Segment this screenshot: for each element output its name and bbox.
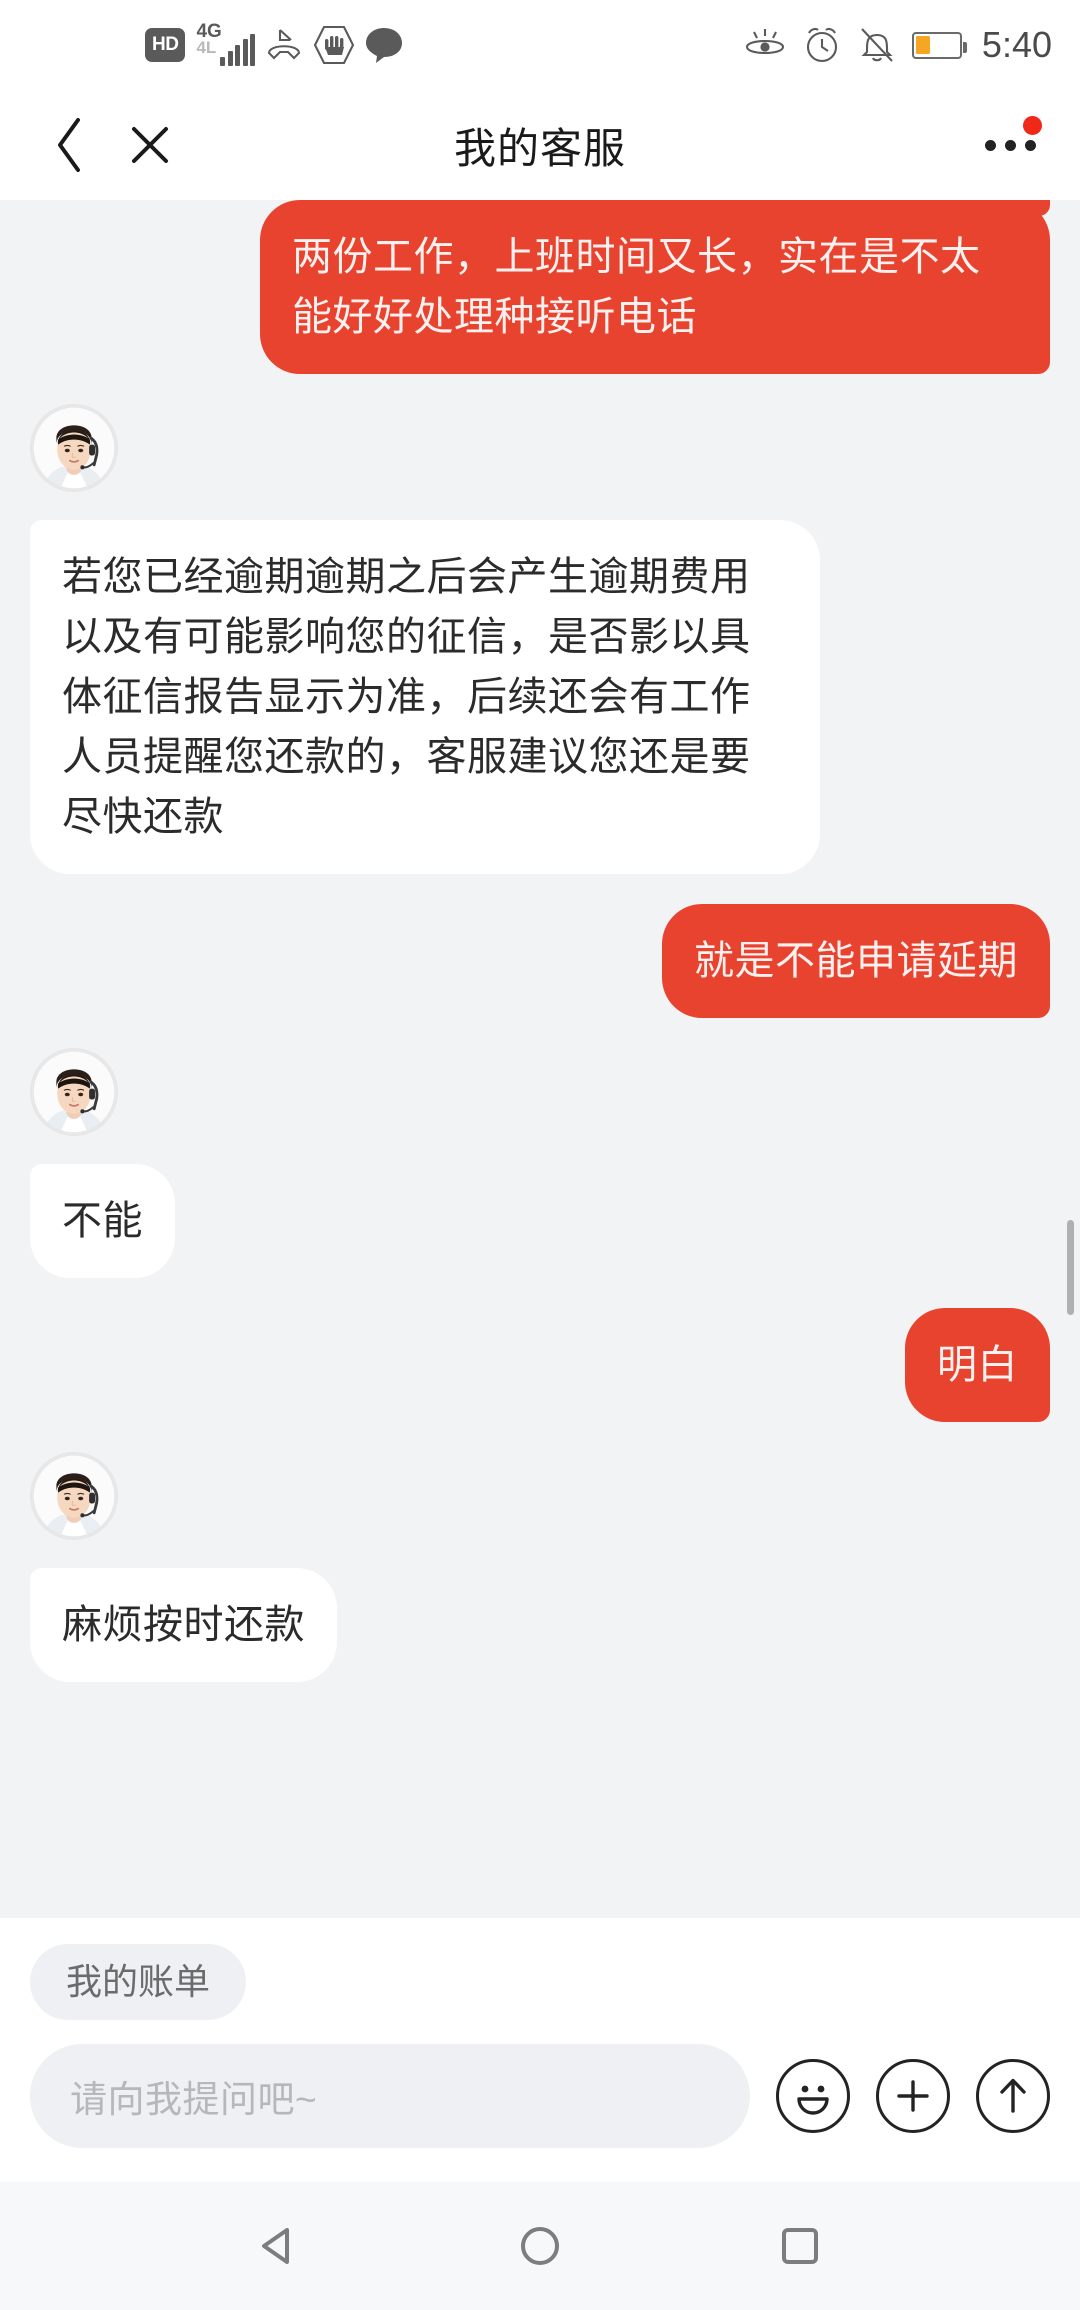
avatar-row xyxy=(30,1452,1050,1554)
battery-fill xyxy=(916,36,929,54)
eye-comfort-icon xyxy=(744,27,786,63)
nav-back-triangle-icon xyxy=(253,2219,307,2273)
quick-reply-bar: 我的账单 xyxy=(0,1918,1080,2030)
chat-bubble-incoming[interactable]: 不能 xyxy=(30,1164,175,1278)
avatar[interactable] xyxy=(30,404,118,492)
chevron-left-icon xyxy=(52,115,88,175)
customer-service-agent-avatar xyxy=(32,1050,116,1134)
nav-recents-square-icon xyxy=(773,2219,827,2273)
list-item: 不能 xyxy=(30,1164,1050,1278)
customer-service-agent-avatar xyxy=(32,406,116,490)
close-button[interactable] xyxy=(106,121,194,169)
list-item: 明白 xyxy=(30,1308,1050,1422)
list-item: 麻烦按时还款 xyxy=(30,1568,1050,1682)
phone-screen: HD 4G 4L xyxy=(0,0,1080,2310)
status-bar: HD 4G 4L xyxy=(0,0,1080,90)
chat-message-list[interactable]: 两份工作，上班时间又长，实在是不太能好好处理种接听电话 若您已经逾期逾期之后会产… xyxy=(0,200,1080,1918)
android-navigation-bar xyxy=(0,2182,1080,2310)
battery-icon xyxy=(912,32,962,59)
close-x-icon xyxy=(126,121,174,169)
chat-bubble-outgoing[interactable]: 两份工作，上班时间又长，实在是不太能好好处理种接听电话 xyxy=(260,200,1050,374)
hd-badge-icon: HD xyxy=(145,28,185,62)
nav-home-button[interactable] xyxy=(480,2182,600,2310)
bell-muted-icon xyxy=(858,25,896,65)
nav-back-button[interactable] xyxy=(220,2182,340,2310)
do-not-disturb-hand-icon xyxy=(313,25,355,65)
app-header: 我的客服 xyxy=(0,90,1080,200)
avatar-row xyxy=(30,404,1050,506)
missed-call-icon xyxy=(264,27,304,63)
customer-service-agent-avatar xyxy=(32,1454,116,1538)
status-bar-right-icons: 5:40 xyxy=(744,24,1052,66)
chat-bubble-outgoing[interactable]: 明白 xyxy=(905,1308,1050,1422)
network-type-label-secondary: 4L xyxy=(196,39,216,56)
status-bar-clock: 5:40 xyxy=(982,24,1052,66)
status-bar-left-icons: HD 4G 4L xyxy=(0,24,404,66)
nav-home-circle-icon xyxy=(513,2219,567,2273)
avatar[interactable] xyxy=(30,1048,118,1136)
more-dots-icon xyxy=(1005,140,1016,151)
message-input[interactable]: 请向我提问吧~ xyxy=(30,2044,750,2148)
avatar-row xyxy=(30,1048,1050,1150)
nav-recents-button[interactable] xyxy=(740,2182,860,2310)
chat-bubble-incoming[interactable]: 麻烦按时还款 xyxy=(30,1568,337,1682)
sms-bubble-icon xyxy=(364,26,404,64)
list-item: 若您已经逾期逾期之后会产生逾期费用以及有可能影响您的征信，是否影以具体征信报告显… xyxy=(30,520,1050,874)
signal-strength-bars xyxy=(220,36,255,66)
list-item: 就是不能申请延期 xyxy=(30,904,1050,1018)
avatar[interactable] xyxy=(30,1452,118,1540)
more-options-button[interactable] xyxy=(985,140,1036,151)
plus-circle-icon xyxy=(893,2076,933,2116)
more-dots-icon xyxy=(1025,140,1036,151)
more-dots-icon xyxy=(985,140,996,151)
arrow-up-circle-icon xyxy=(993,2074,1033,2118)
alarm-clock-icon xyxy=(802,25,842,65)
back-button[interactable] xyxy=(0,115,106,175)
chat-scrollbar[interactable] xyxy=(1067,1220,1074,1315)
chat-bubble-outgoing-clipped[interactable] xyxy=(490,200,1050,216)
add-attachment-button[interactable] xyxy=(876,2059,950,2133)
chat-bubble-outgoing[interactable]: 就是不能申请延期 xyxy=(662,904,1050,1018)
smiley-face-icon xyxy=(786,2069,840,2123)
send-button[interactable] xyxy=(976,2059,1050,2133)
message-composer: 请向我提问吧~ xyxy=(0,2030,1080,2182)
emoji-button[interactable] xyxy=(776,2059,850,2133)
list-item: 两份工作，上班时间又长，实在是不太能好好处理种接听电话 xyxy=(30,200,1050,374)
chat-bubble-incoming[interactable]: 若您已经逾期逾期之后会产生逾期费用以及有可能影响您的征信，是否影以具体征信报告显… xyxy=(30,520,820,874)
notification-badge xyxy=(1023,116,1042,135)
quick-reply-chip[interactable]: 我的账单 xyxy=(30,1944,246,2020)
message-input-placeholder: 请向我提问吧~ xyxy=(70,2069,317,2123)
signal-bars-icon: 4G 4L xyxy=(194,24,255,66)
